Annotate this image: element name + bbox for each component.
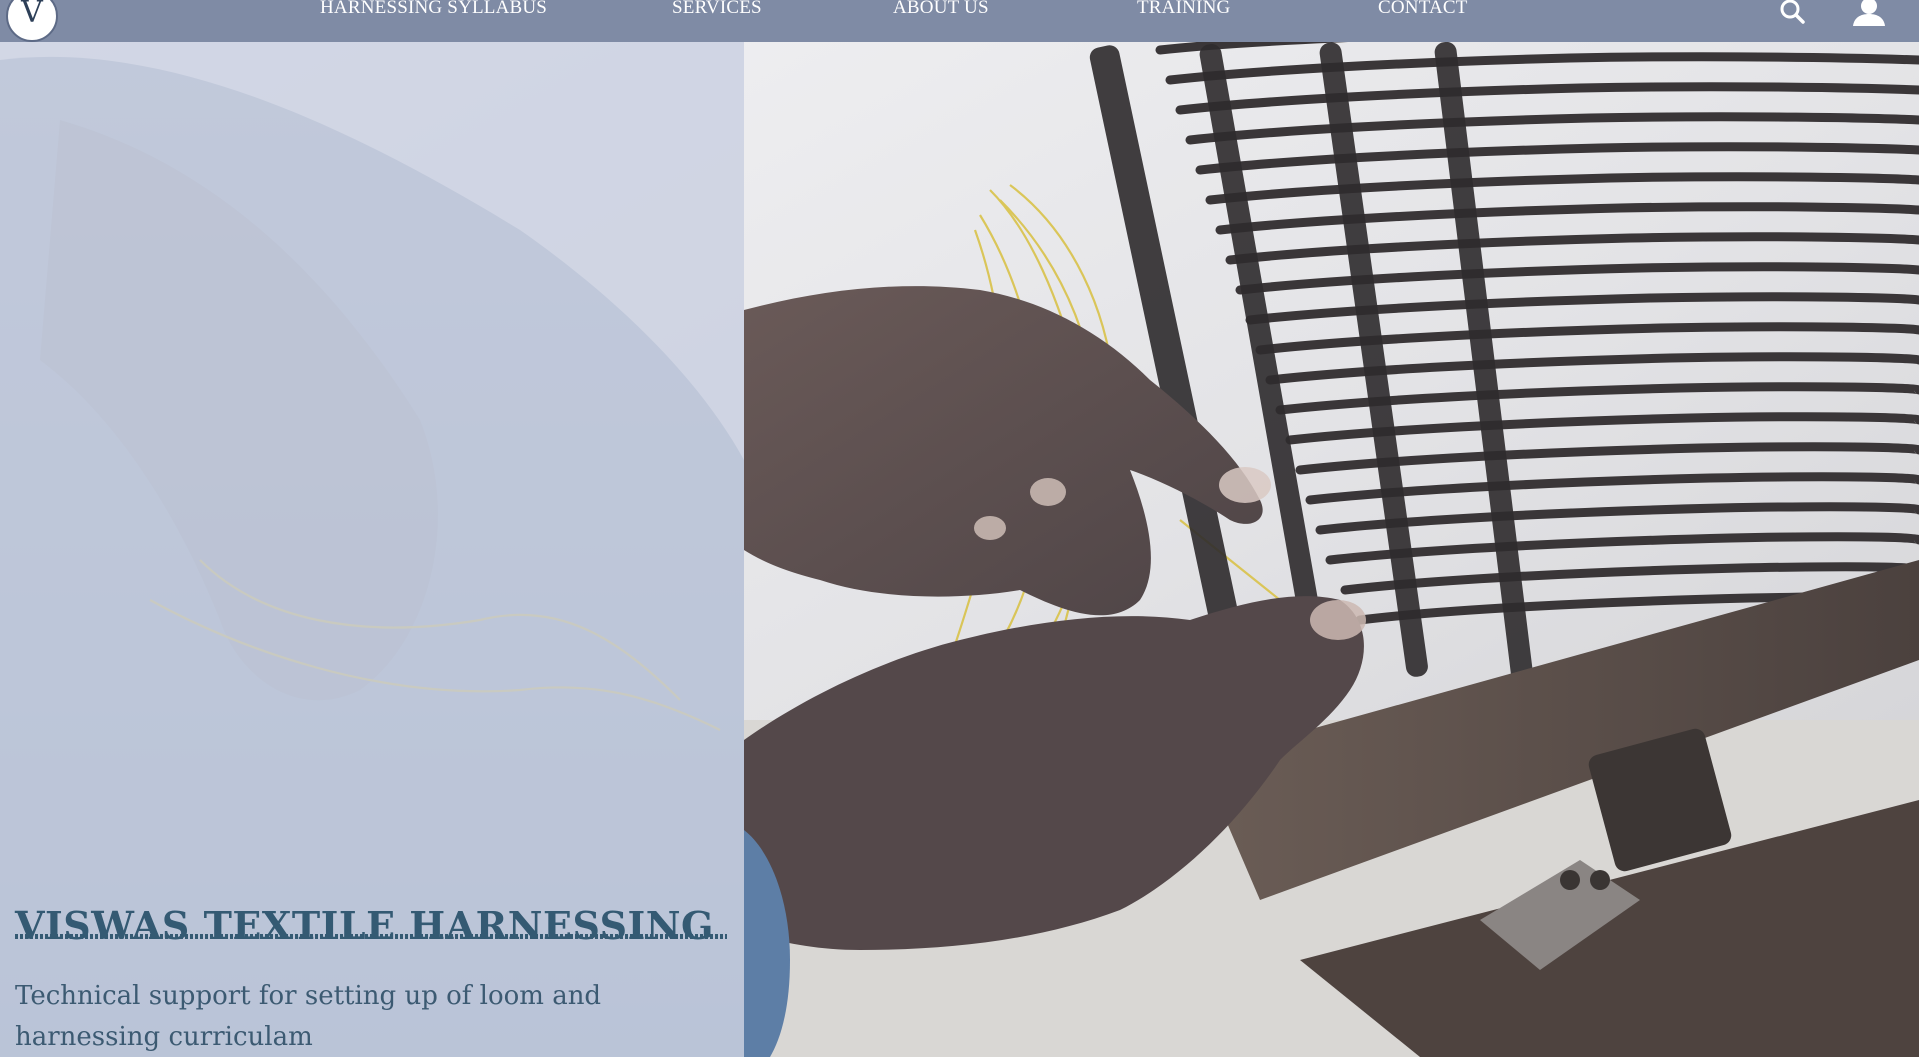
user-icon bbox=[1853, 0, 1885, 26]
user-account-button[interactable] bbox=[1850, 0, 1888, 26]
page: V HARNESSING SYLLABUS SERVICES ABOUT US … bbox=[0, 0, 1919, 1057]
nav-about-us[interactable]: ABOUT US bbox=[893, 0, 989, 18]
nav-harnessing-syllabus[interactable]: HARNESSING SYLLABUS bbox=[320, 0, 547, 18]
nav-contact[interactable]: CONTACT bbox=[1378, 0, 1468, 18]
logo[interactable]: V bbox=[6, 0, 58, 42]
search-button[interactable] bbox=[1778, 0, 1806, 24]
title-dotted-rule bbox=[15, 934, 727, 939]
hero-section bbox=[0, 0, 1919, 1057]
logo-letter: V bbox=[21, 0, 43, 30]
search-icon bbox=[1780, 0, 1805, 24]
hero-subtitle: Technical support for setting up of loom… bbox=[15, 981, 602, 1052]
top-navbar: V HARNESSING SYLLABUS SERVICES ABOUT US … bbox=[0, 0, 1919, 42]
hero-left-overlay bbox=[0, 0, 744, 1057]
nav-training[interactable]: TRAINING bbox=[1137, 0, 1230, 18]
hero-title: VISWAS TEXTILE HARNESSING bbox=[15, 903, 714, 949]
nav-services[interactable]: SERVICES bbox=[672, 0, 762, 18]
